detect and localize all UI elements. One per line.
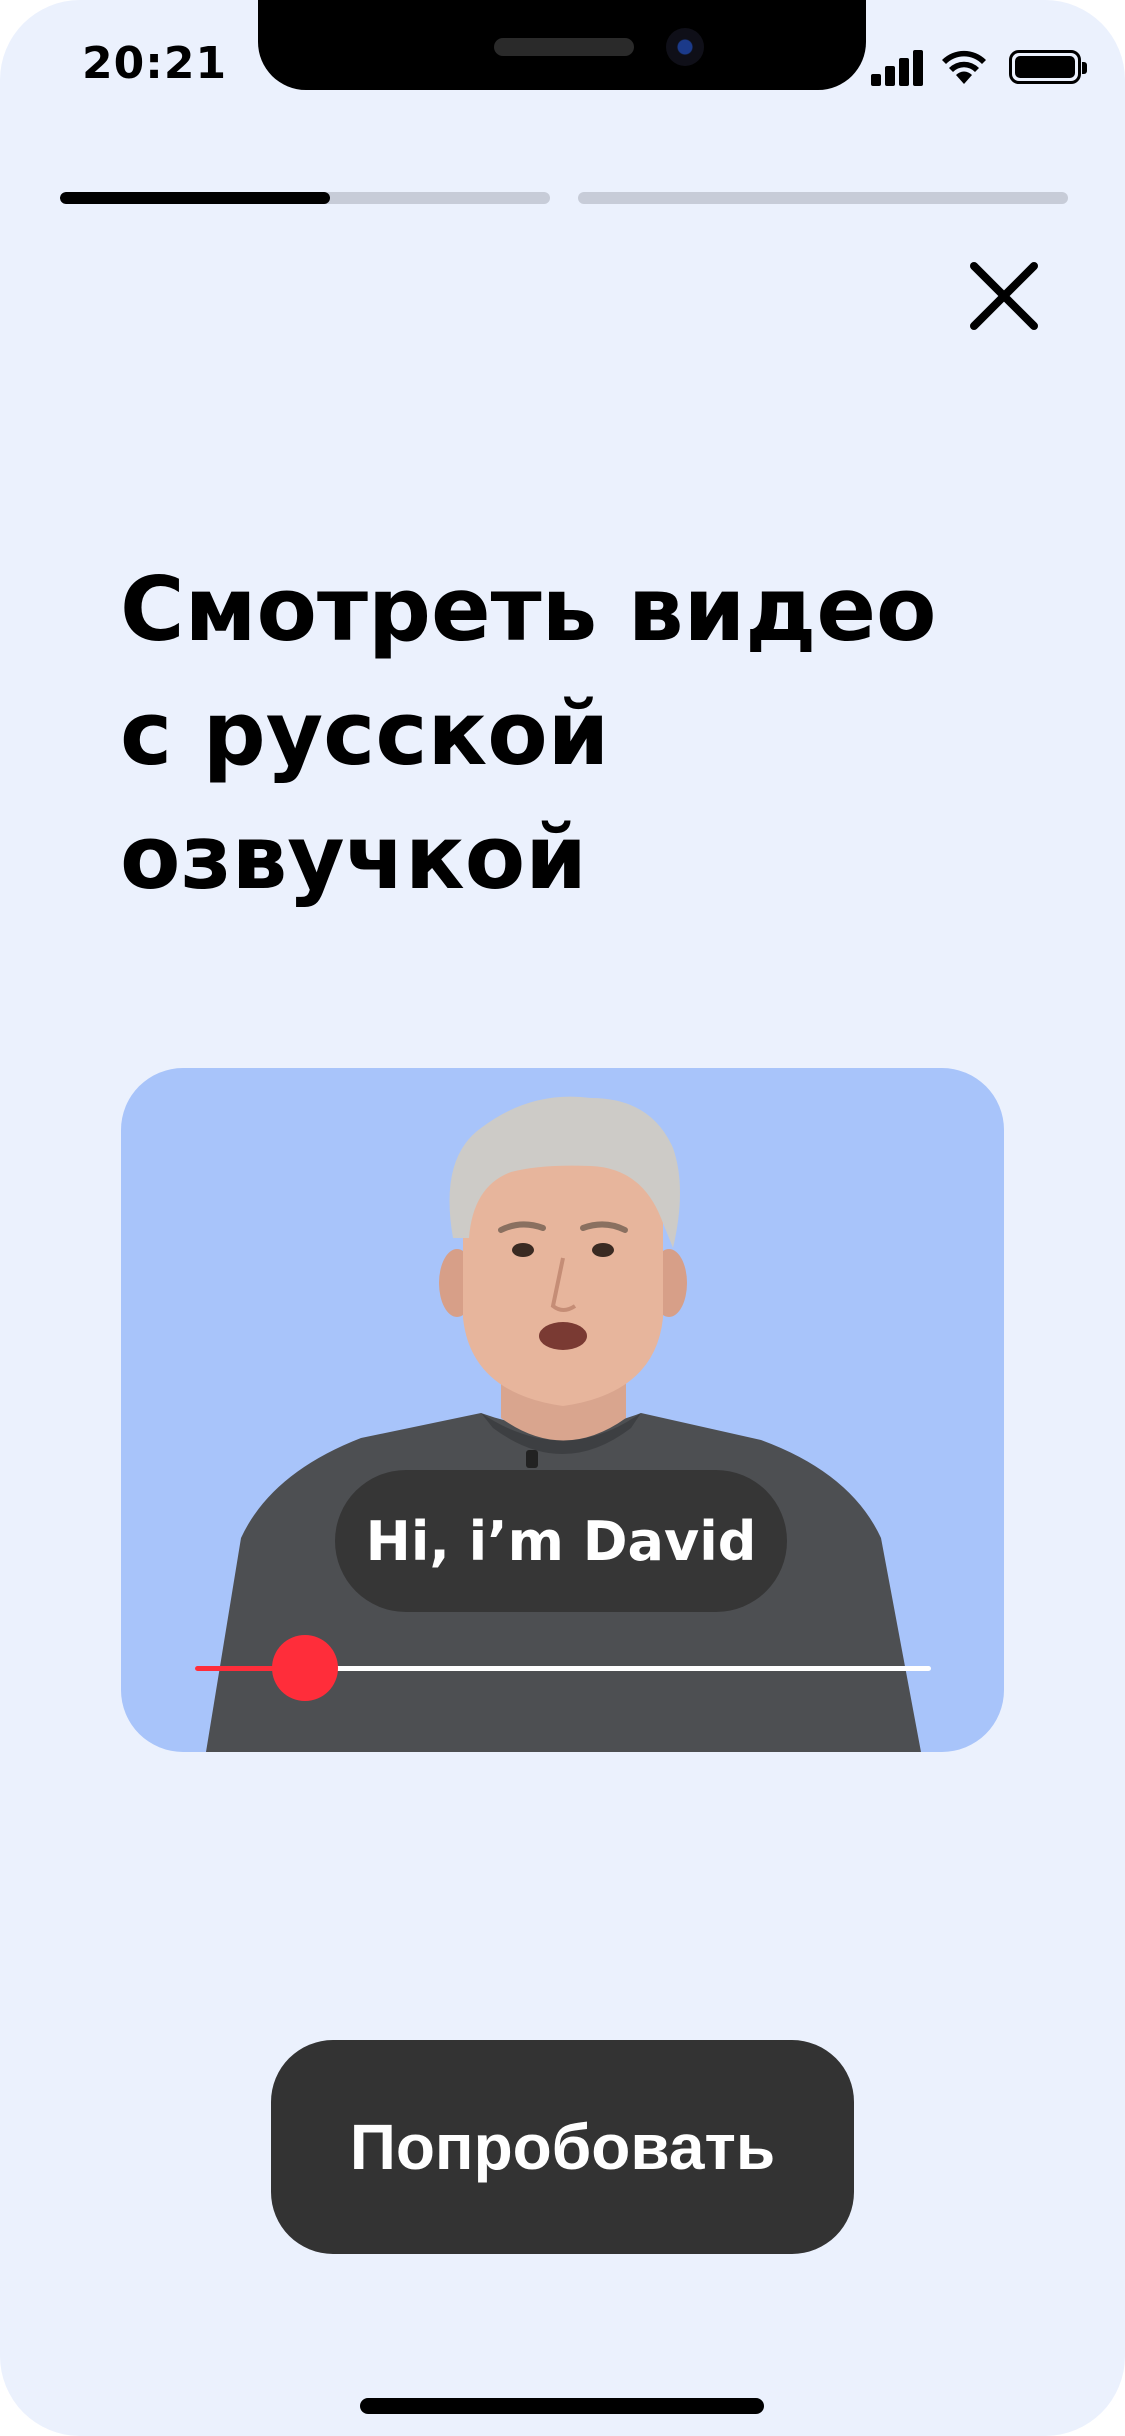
story-progress-segment-1 — [60, 192, 550, 204]
page-title: Смотреть видео с русской озвучкой — [120, 548, 1040, 920]
video-preview[interactable]: Hi, i’m David — [121, 1068, 1004, 1752]
front-camera — [666, 28, 704, 66]
title-line-1: Смотреть видео — [120, 558, 937, 661]
speaker-grille — [494, 38, 634, 56]
screen: 20:21 Смотреть видео с русской озвучкой — [0, 0, 1125, 2436]
try-button[interactable]: Попробовать — [271, 2040, 854, 2254]
video-scrubber[interactable] — [195, 1635, 931, 1701]
presenter-illustration — [206, 1096, 921, 1752]
story-progress-segment-2 — [578, 192, 1068, 204]
scrubber-thumb[interactable] — [272, 1635, 339, 1701]
subtitle-caption: Hi, i’m David — [335, 1470, 787, 1612]
cellular-signal-icon — [871, 48, 925, 86]
title-line-2: с русской озвучкой — [120, 682, 610, 909]
battery-icon — [1009, 50, 1087, 84]
home-indicator[interactable] — [360, 2398, 764, 2414]
status-time: 20:21 — [82, 38, 228, 89]
device-notch — [258, 0, 866, 90]
wifi-icon — [942, 50, 986, 84]
story-progress-fill-1 — [60, 192, 330, 204]
close-icon[interactable] — [964, 256, 1044, 336]
